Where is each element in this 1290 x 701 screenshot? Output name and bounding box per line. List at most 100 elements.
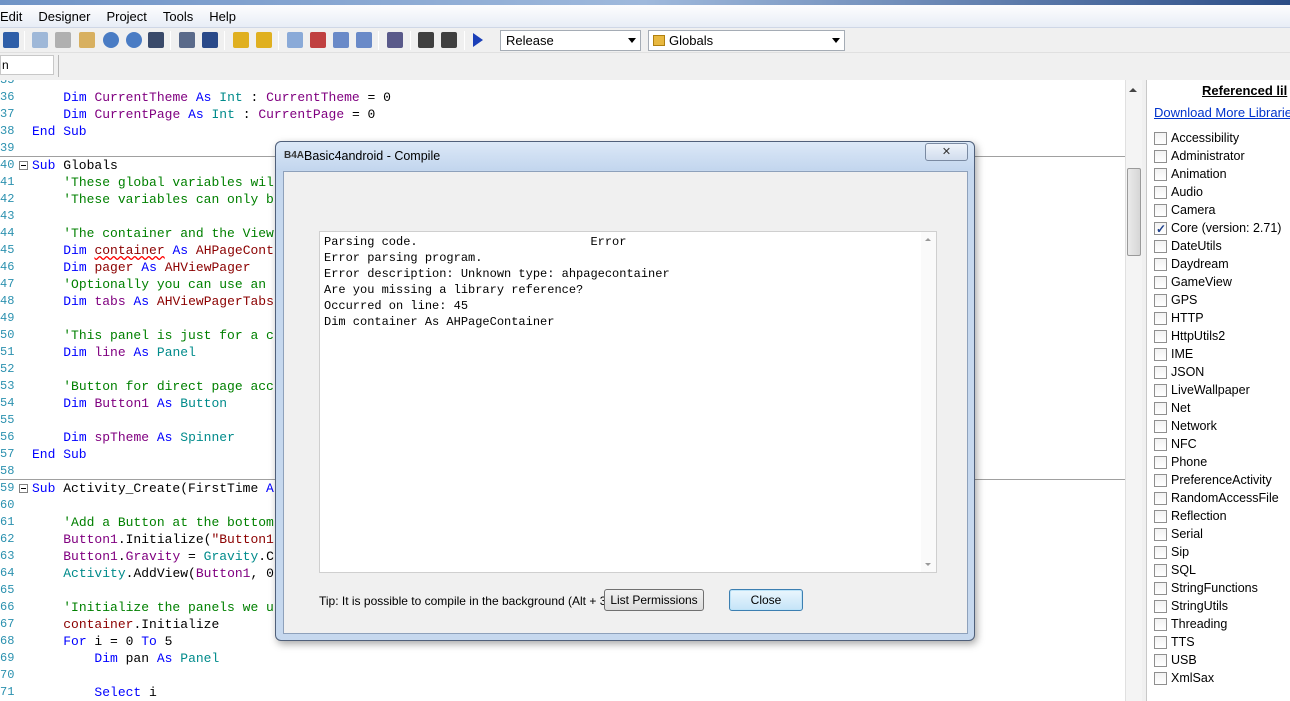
library-checkbox[interactable] (1154, 383, 1167, 397)
library-item[interactable]: GameView (1154, 273, 1232, 291)
library-checkbox[interactable] (1154, 149, 1167, 163)
bookmark-icon[interactable] (287, 32, 303, 48)
code-line[interactable]: 35 (0, 80, 1125, 89)
library-item[interactable]: Phone (1154, 453, 1207, 471)
library-item[interactable]: StringUtils (1154, 597, 1228, 615)
library-checkbox[interactable] (1154, 311, 1167, 325)
code-line[interactable]: 69 Dim pan As Panel (0, 650, 1125, 667)
library-checkbox[interactable] (1154, 491, 1167, 505)
library-item[interactable]: PreferenceActivity (1154, 471, 1272, 489)
library-checkbox[interactable] (1154, 419, 1167, 433)
library-item[interactable]: Audio (1154, 183, 1203, 201)
library-checkbox[interactable] (1154, 617, 1167, 631)
uncomment-block-icon[interactable] (202, 32, 218, 48)
library-checkbox[interactable] (1154, 220, 1167, 238)
navigate-forward-icon[interactable] (256, 32, 272, 48)
download-libraries-link[interactable]: Download More Libraries (1154, 105, 1290, 120)
compile-output[interactable]: Parsing code. Error Error parsing program… (319, 231, 937, 573)
library-item[interactable]: Animation (1154, 165, 1227, 183)
find-icon[interactable] (148, 32, 164, 48)
library-checkbox[interactable] (1154, 437, 1167, 451)
library-item[interactable]: RandomAccessFile (1154, 489, 1279, 507)
menu-edit[interactable]: Edit (0, 5, 30, 28)
library-item[interactable]: StringFunctions (1154, 579, 1258, 597)
close-button[interactable]: Close (729, 589, 803, 611)
library-item[interactable]: Camera (1154, 201, 1215, 219)
library-checkbox[interactable] (1154, 653, 1167, 667)
code-line[interactable]: 71 Select i (0, 684, 1125, 701)
library-item[interactable]: JSON (1154, 363, 1204, 381)
scroll-up-icon[interactable] (1129, 88, 1137, 92)
build-config-select[interactable]: Release (500, 30, 641, 51)
library-item[interactable]: GPS (1154, 291, 1197, 309)
library-item[interactable]: Threading (1154, 615, 1227, 633)
library-checkbox[interactable] (1154, 599, 1167, 613)
library-checkbox[interactable] (1154, 275, 1167, 289)
library-item[interactable]: Accessibility (1154, 129, 1239, 147)
undo-icon[interactable] (103, 32, 119, 48)
library-checkbox[interactable] (1154, 455, 1167, 469)
save-icon[interactable] (3, 32, 19, 48)
menu-project[interactable]: Project (98, 5, 154, 28)
library-checkbox[interactable] (1154, 293, 1167, 307)
library-checkbox[interactable] (1154, 131, 1167, 145)
library-checkbox[interactable] (1154, 347, 1167, 361)
library-item[interactable]: Network (1154, 417, 1217, 435)
library-item[interactable]: IME (1154, 345, 1193, 363)
previous-bookmark-icon[interactable] (333, 32, 349, 48)
code-line[interactable]: 38 End Sub (0, 123, 1125, 140)
library-checkbox[interactable] (1154, 365, 1167, 379)
library-checkbox[interactable] (1154, 581, 1167, 595)
library-checkbox[interactable] (1154, 545, 1167, 559)
library-item[interactable]: Serial (1154, 525, 1203, 543)
library-checkbox[interactable] (1154, 203, 1167, 217)
scrollbar-thumb[interactable] (1127, 168, 1141, 256)
library-item[interactable]: HTTP (1154, 309, 1204, 327)
library-item[interactable]: XmlSax (1154, 669, 1214, 687)
outdent-icon[interactable] (441, 32, 457, 48)
library-checkbox[interactable] (1154, 671, 1167, 685)
menu-designer[interactable]: Designer (30, 5, 98, 28)
editor-scrollbar[interactable] (1125, 80, 1142, 701)
code-line[interactable]: 70 (0, 667, 1125, 684)
library-checkbox[interactable] (1154, 401, 1167, 415)
library-checkbox[interactable] (1154, 473, 1167, 487)
code-line[interactable]: 37 Dim CurrentPage As Int : CurrentPage … (0, 106, 1125, 123)
library-item[interactable]: DateUtils (1154, 237, 1222, 255)
library-item[interactable]: SQL (1154, 561, 1196, 579)
library-checkbox[interactable] (1154, 167, 1167, 181)
collapse-icon[interactable] (19, 484, 28, 493)
search-box[interactable]: n (0, 55, 54, 75)
dialog-titlebar[interactable]: B4A Basic4android - Compile ✕ (276, 142, 974, 170)
list-permissions-button[interactable]: List Permissions (604, 589, 704, 611)
navigate-back-icon[interactable] (233, 32, 249, 48)
redo-icon[interactable] (126, 32, 142, 48)
library-checkbox[interactable] (1154, 239, 1167, 253)
module-select[interactable]: Globals (648, 30, 845, 51)
library-item[interactable]: Core (version: 2.71) (1154, 219, 1281, 238)
cut-icon[interactable] (55, 32, 71, 48)
library-item[interactable]: TTS (1154, 633, 1195, 651)
menu-help[interactable]: Help (201, 5, 244, 28)
output-scrollbar[interactable] (921, 232, 936, 572)
library-item[interactable]: Administrator (1154, 147, 1245, 165)
library-checkbox[interactable] (1154, 527, 1167, 541)
library-item[interactable]: Reflection (1154, 507, 1227, 525)
scroll-up-icon[interactable] (925, 238, 931, 241)
library-item[interactable]: LiveWallpaper (1154, 381, 1250, 399)
remove-bookmark-icon[interactable] (310, 32, 326, 48)
library-item[interactable]: Daydream (1154, 255, 1229, 273)
library-checkbox[interactable] (1154, 329, 1167, 343)
copy-icon[interactable] (32, 32, 48, 48)
library-item[interactable]: HttpUtils2 (1154, 327, 1225, 345)
library-item[interactable]: NFC (1154, 435, 1197, 453)
run-icon[interactable] (473, 33, 483, 47)
library-checkbox[interactable] (1154, 509, 1167, 523)
comment-block-icon[interactable] (179, 32, 195, 48)
menu-tools[interactable]: Tools (155, 5, 201, 28)
code-line[interactable]: 36 Dim CurrentTheme As Int : CurrentThem… (0, 89, 1125, 106)
font-size-icon[interactable] (387, 32, 403, 48)
library-checkbox[interactable] (1154, 185, 1167, 199)
dialog-close-button[interactable]: ✕ (925, 143, 968, 161)
library-checkbox[interactable] (1154, 635, 1167, 649)
